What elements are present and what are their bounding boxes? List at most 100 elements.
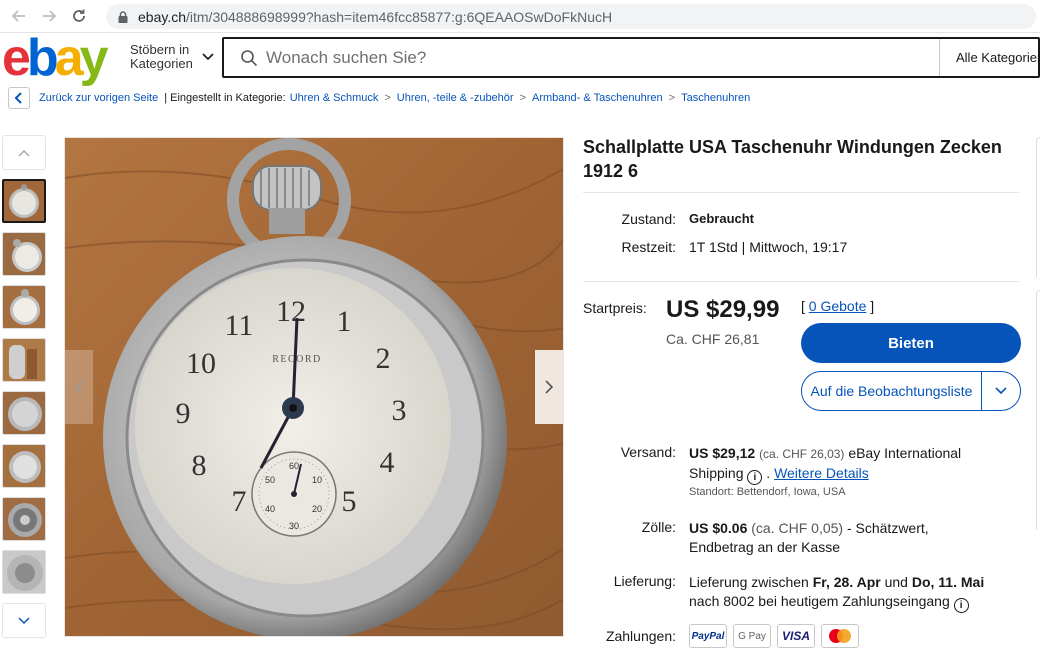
- watchlist-label[interactable]: Auf die Beobachtungsliste: [802, 372, 982, 410]
- breadcrumb-item[interactable]: Uhren, -teile & -zubehör: [397, 92, 514, 104]
- thumbnail[interactable]: [2, 232, 46, 276]
- thumbnail[interactable]: [2, 285, 46, 329]
- delivery-label: Lieferung:: [613, 573, 676, 589]
- image-prev-button[interactable]: [65, 350, 93, 424]
- image-next-button[interactable]: [535, 350, 563, 424]
- dial-numeral: 8: [192, 449, 207, 482]
- info-icon[interactable]: i: [953, 598, 969, 613]
- breadcrumb: Zurück zur vorigen Seite | Eingestellt i…: [8, 86, 750, 110]
- back-arrow-icon[interactable]: [6, 3, 32, 29]
- condition-label: Zustand:: [621, 211, 676, 227]
- payments-label: Zahlungen:: [605, 628, 676, 644]
- shipping-details-link[interactable]: Weitere Details: [774, 465, 869, 481]
- thumbnail[interactable]: [2, 550, 46, 594]
- bid-button[interactable]: Bieten: [801, 323, 1021, 363]
- condition-value: Gebraucht: [689, 211, 755, 226]
- category-line2: Kategorien: [130, 56, 193, 71]
- back-link[interactable]: Zurück zur vorigen Seite: [39, 92, 158, 104]
- dial-numeral: 11: [225, 309, 254, 342]
- sub-numeral: 30: [289, 521, 299, 531]
- chevron-down-icon: [18, 616, 30, 624]
- chevron-down-icon[interactable]: [200, 48, 216, 64]
- dial-numeral: 2: [376, 342, 391, 375]
- thumbnail[interactable]: [2, 444, 46, 488]
- duties-label: Zölle:: [641, 519, 676, 535]
- dial-numeral: 7: [232, 485, 247, 518]
- mastercard-badge: [821, 624, 859, 648]
- gpay-badge: G Pay: [733, 624, 771, 648]
- dial-numeral: 12: [276, 295, 306, 328]
- payment-methods: PayPal G Pay VISA: [689, 624, 859, 648]
- time-left-value: 1T 1Std | Mittwoch, 19:17: [689, 239, 848, 255]
- chevron-right-icon: [545, 380, 554, 394]
- time-left-label: Restzeit:: [621, 239, 676, 255]
- shipping-value: US $29,12 (ca. CHF 26,03) eBay Internati…: [689, 445, 962, 485]
- breadcrumb-separator: >: [668, 92, 676, 104]
- side-panel-edge: [1036, 290, 1040, 530]
- ebay-logo[interactable]: ebay: [2, 32, 109, 84]
- shipping-label: Versand:: [620, 444, 676, 460]
- thumbnail-strip: [2, 135, 48, 638]
- search-icon: [241, 49, 258, 66]
- address-bar[interactable]: ebay.ch/itm/304888698999?hash=item46fcc8…: [106, 4, 1036, 29]
- price-approx: Ca. CHF 26,81: [666, 331, 760, 347]
- bids-count: [ 0 Gebote ]: [801, 298, 875, 314]
- breadcrumb-separator: >: [519, 92, 527, 104]
- listed-in-label: | Eingestellt in Kategorie:: [164, 92, 286, 104]
- thumbnail[interactable]: [2, 391, 46, 435]
- url-host: ebay.ch: [138, 8, 186, 25]
- divider: [583, 281, 1019, 282]
- start-price-label: Startpreis:: [583, 300, 647, 316]
- sub-numeral: 60: [289, 461, 299, 471]
- thumbnail[interactable]: [2, 179, 46, 223]
- forward-arrow-icon[interactable]: [36, 3, 62, 29]
- dial-numeral: 3: [392, 394, 407, 427]
- duties-value: US $0.06 (ca. CHF 0,05) - Schätzwert, En…: [689, 520, 929, 555]
- url-path: /itm/304888698999?hash=item46fcc85877:g:…: [186, 8, 613, 25]
- watchlist-button[interactable]: Auf die Beobachtungsliste: [801, 371, 1021, 411]
- sub-numeral: 20: [312, 504, 322, 514]
- reload-icon[interactable]: [66, 3, 92, 29]
- divider: [583, 192, 1019, 193]
- thumb-down-button[interactable]: [2, 603, 46, 638]
- sub-numeral: 50: [265, 475, 275, 485]
- search-category-select[interactable]: Alle Kategorien: [939, 39, 1040, 76]
- item-location: Standort: Bettendorf, Iowa, USA: [689, 486, 846, 498]
- price: US $29,99: [666, 296, 780, 323]
- dial-numeral: 10: [186, 347, 216, 380]
- search-input[interactable]: [266, 47, 926, 68]
- thumbnail[interactable]: [2, 497, 46, 541]
- dial-numeral: 1: [337, 305, 352, 338]
- browse-categories-button[interactable]: Stöbern in Kategorien: [130, 43, 193, 71]
- thumbnail[interactable]: [2, 338, 46, 382]
- search-box: Alle Kategorien: [222, 37, 1040, 78]
- listing-title: Schallplatte USA Taschenuhr Windungen Ze…: [583, 137, 1002, 181]
- dial-numeral: 5: [342, 485, 357, 518]
- visa-badge: VISA: [777, 624, 815, 648]
- info-icon[interactable]: i: [747, 470, 763, 485]
- side-panel-edge: [1036, 137, 1040, 277]
- dial-numeral: 9: [176, 397, 191, 430]
- dial-numeral: 4: [380, 446, 395, 479]
- breadcrumb-item[interactable]: Armband- & Taschenuhren: [532, 92, 663, 104]
- chevron-down-icon: [995, 387, 1007, 395]
- site-header: ebay Stöbern in Kategorien Alle Kategori…: [0, 32, 1040, 84]
- dial-brand: RECORD: [272, 354, 322, 365]
- thumb-up-button[interactable]: [2, 135, 46, 170]
- lock-icon: [118, 10, 128, 23]
- browser-toolbar: ebay.ch/itm/304888698999?hash=item46fcc8…: [0, 0, 1040, 33]
- watchlist-dropdown[interactable]: [982, 372, 1020, 410]
- delivery-value: Lieferung zwischen Fr, 28. Apr und Do, 1…: [689, 574, 985, 613]
- chevron-left-icon: [14, 92, 22, 104]
- main-product-image[interactable]: 12 1 2 3 4 5 7 8 9 10 11 RECORD 60 10 20…: [64, 137, 564, 637]
- bids-link[interactable]: 0 Gebote: [809, 298, 867, 314]
- chevron-up-icon: [18, 149, 30, 157]
- category-line1: Stöbern in: [130, 42, 190, 57]
- back-button[interactable]: [8, 87, 30, 109]
- breadcrumb-item[interactable]: Taschenuhren: [681, 92, 750, 104]
- chevron-left-icon: [74, 380, 83, 394]
- breadcrumb-item[interactable]: Uhren & Schmuck: [290, 92, 379, 104]
- paypal-badge: PayPal: [689, 624, 727, 648]
- sub-numeral: 10: [312, 475, 322, 485]
- breadcrumb-separator: >: [384, 92, 391, 104]
